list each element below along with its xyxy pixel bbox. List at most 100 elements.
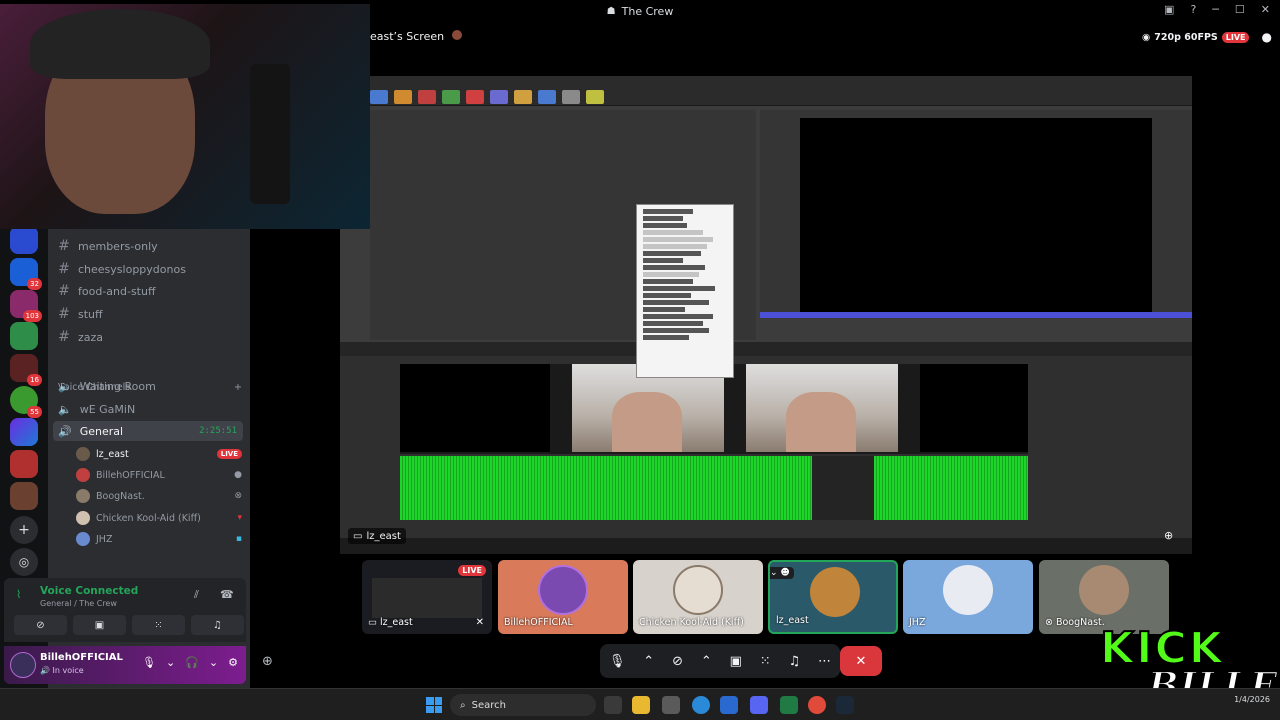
hang-up-button[interactable]: ✕ (840, 646, 882, 676)
tile-label: BillehOFFICIAL (504, 617, 573, 628)
voice-channel-general[interactable]: 🔊 General 2:25:51 (53, 421, 243, 441)
camera-off-icon: ⊘ (36, 619, 45, 631)
user-status-label: In voice (52, 666, 84, 675)
window-controls: ▣ ? ─ ☐ ✕ (1164, 3, 1270, 16)
server-icon-2[interactable]: 32 (10, 258, 42, 290)
server-icon-8[interactable] (10, 450, 38, 478)
activities-button[interactable]: ⁙ (132, 615, 185, 635)
chevron-up-icon[interactable]: ⌃ (643, 654, 654, 669)
server-icon-3[interactable]: 103 (10, 290, 42, 322)
shared-screen[interactable] (340, 76, 1192, 554)
timeline (340, 342, 1192, 554)
participant-tile-chicken-kool-aid[interactable]: Chicken Kool-Aid (Kiff) (633, 560, 763, 634)
voice-channel-waiting-room[interactable]: 🔈 Waiting Room (58, 376, 242, 396)
discord-window: ☗ The Crew ▣ ? ─ ☐ ✕ 32 103 16 55 + ◎ # m… (0, 0, 1280, 720)
tool-icon (586, 90, 604, 104)
voice-user-boognast[interactable]: BoogNast. ⊗ (76, 486, 242, 506)
headset-mic (250, 64, 290, 204)
voice-channel-we-gamin[interactable]: 🔈 wE GaMiN (58, 399, 242, 419)
file-explorer-icon[interactable] (632, 696, 650, 714)
status-icon: ● (234, 470, 242, 480)
user-name[interactable]: BillehOFFICIAL (40, 652, 123, 663)
participant-tile-lz-east-stream[interactable]: LIVE ▭ lz_east ✕ (362, 560, 492, 634)
explore-icon[interactable]: ◎ (10, 548, 38, 576)
participant-tile-billehofficial[interactable]: BillehOFFICIAL (498, 560, 628, 634)
taskbar-clock[interactable]: 1/4/2026 (1234, 694, 1270, 705)
maximize-button[interactable]: ☐ (1235, 3, 1245, 16)
start-button[interactable] (426, 697, 442, 713)
chrome-icon[interactable] (808, 696, 826, 714)
more-icon[interactable]: ⋯ (818, 654, 831, 669)
streamer-cap (30, 9, 210, 79)
tool-icon (538, 90, 556, 104)
video-clip (920, 364, 1028, 452)
tile-label: ⊗ BoogNast. (1045, 617, 1105, 628)
screen-share-icon[interactable]: ▣ (730, 654, 742, 669)
chevron-down-icon[interactable]: ⌄ (209, 656, 218, 669)
soundboard-icon[interactable]: ♫ (789, 654, 801, 669)
add-server-icon[interactable]: + (10, 516, 38, 544)
screen-share-button[interactable]: ▣ (73, 615, 126, 635)
minimize-button[interactable]: ─ (1212, 3, 1219, 16)
voice-user-jhz[interactable]: JHZ ▪ (76, 529, 242, 549)
mic-icon[interactable]: 🎙 (142, 656, 156, 669)
server-icon-4[interactable] (10, 322, 38, 350)
discord-icon[interactable] (750, 696, 768, 714)
camera-button[interactable]: ⊘ (14, 615, 67, 635)
voice-user-billehofficial[interactable]: BillehOFFICIAL ● (76, 465, 242, 485)
channel-zaza[interactable]: # zaza (58, 326, 242, 348)
help-icon[interactable]: ? (1190, 3, 1196, 16)
chat-icon[interactable]: ● (1261, 30, 1271, 44)
voice-user-chicken-kool-aid[interactable]: Chicken Kool-Aid (Kiff) ▾ (76, 508, 242, 528)
server-icon-5[interactable]: 16 (10, 354, 42, 386)
server-icon-1[interactable] (10, 226, 38, 254)
mail-icon[interactable] (720, 696, 738, 714)
steam-icon[interactable] (836, 696, 854, 714)
participant-tile-lz-east[interactable]: lz_east ⌄ ☻ (768, 560, 898, 634)
stream-quality: ◉ 720p 60FPS LIVE ● (1142, 30, 1272, 44)
channel-food-and-stuff[interactable]: # food-and-stuff (58, 280, 242, 302)
task-view-icon[interactable] (604, 696, 622, 714)
store-icon[interactable] (662, 696, 680, 714)
server-icon: ☗ (606, 5, 616, 17)
participant-tile-jhz[interactable]: JHZ (903, 560, 1033, 634)
signal-icon[interactable]: ⌇ (16, 588, 21, 601)
taskbar-date: 1/4/2026 (1234, 695, 1270, 704)
mute-icon[interactable]: ✕ (476, 617, 484, 628)
taskbar-search[interactable]: ⌕ Search (450, 694, 596, 716)
add-person-icon[interactable]: ⊕ (262, 654, 273, 669)
edge-icon[interactable] (692, 696, 710, 714)
noise-suppression-icon[interactable]: ⫽ (194, 588, 199, 602)
tool-icon (562, 90, 580, 104)
webcam-overlay (0, 4, 370, 229)
inbox-icon[interactable]: ▣ (1164, 3, 1174, 16)
headphones-icon[interactable]: 🎧 (185, 656, 199, 669)
camera-off-icon[interactable]: ⊘ (672, 654, 683, 669)
chevron-down-icon[interactable]: ⌄ (166, 656, 175, 669)
stream-quality-label: 720p 60FPS (1154, 31, 1218, 43)
channel-stuff[interactable]: # stuff (58, 303, 242, 325)
server-icon-7[interactable] (10, 418, 38, 446)
server-icon-9[interactable] (10, 482, 38, 510)
voice-channel-label: wE GaMiN (79, 402, 136, 416)
channel-members-only[interactable]: # members-only (58, 235, 242, 257)
channel-cheesysloppydonos[interactable]: # cheesysloppydonos (58, 258, 242, 280)
disconnect-icon[interactable]: ☎ (220, 588, 234, 601)
channel-label: members-only (78, 239, 158, 253)
excel-icon[interactable] (780, 696, 798, 714)
gear-icon[interactable]: ⚙ (228, 656, 238, 669)
mic-icon[interactable]: 🎙 (609, 654, 626, 669)
activities-icon[interactable]: ⁙ (760, 654, 771, 669)
zoom-icon[interactable]: ⊕ (1164, 529, 1173, 542)
collapse-icon[interactable]: ⌄ ☻ (770, 567, 794, 579)
tile-name: lz_east (379, 617, 413, 628)
soundboard-button[interactable]: ♫ (191, 615, 244, 635)
app-icon: ▪ (235, 534, 242, 544)
voice-user-lz-east[interactable]: lz_east LIVE (76, 444, 242, 464)
chevron-up-icon[interactable]: ⌃ (701, 654, 712, 669)
close-button[interactable]: ✕ (1261, 3, 1270, 16)
voice-location[interactable]: General / The Crew (40, 599, 117, 608)
avatar[interactable] (10, 652, 36, 678)
tool-icon (466, 90, 484, 104)
server-icon-6[interactable]: 55 (10, 386, 42, 418)
